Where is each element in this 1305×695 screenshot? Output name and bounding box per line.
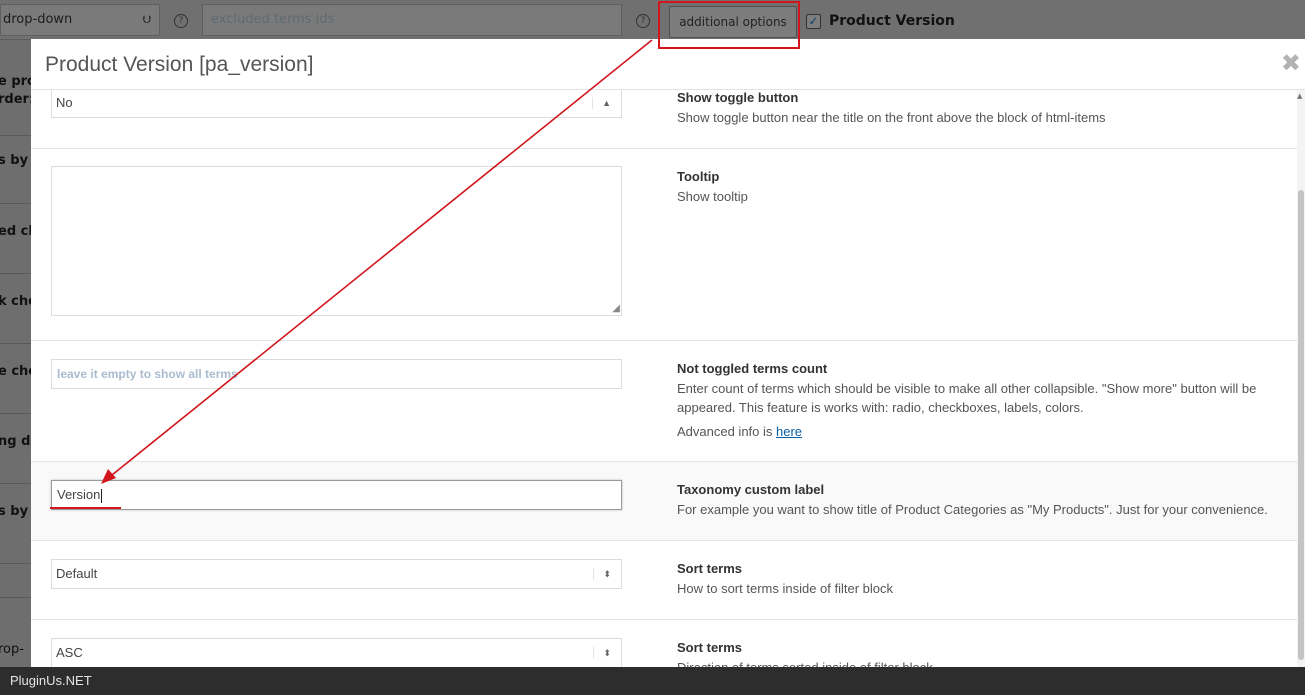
scrollbar-thumb[interactable] bbox=[1298, 190, 1304, 660]
not-toggled-count-input[interactable]: leave it empty to show all terms bbox=[51, 359, 622, 389]
tooltip-textarea[interactable]: ◢ bbox=[51, 166, 622, 316]
product-version-label: Product Version bbox=[829, 13, 955, 29]
excluded-terms-input[interactable]: excluded terms ids bbox=[202, 4, 622, 36]
excluded-terms-placeholder: excluded terms ids bbox=[211, 12, 335, 27]
advanced-info-link[interactable]: here bbox=[776, 424, 802, 439]
show-toggle-select[interactable]: No ▲ bbox=[51, 90, 622, 118]
option-row-not-toggled-count: leave it empty to show all terms Not tog… bbox=[31, 341, 1297, 462]
option-title: Tooltip bbox=[677, 169, 720, 184]
text-caret bbox=[101, 488, 103, 503]
scroll-up-icon[interactable]: ▲ bbox=[1297, 92, 1302, 100]
background-divider bbox=[0, 563, 32, 564]
help-icon[interactable]: ? bbox=[636, 14, 650, 28]
custom-label-value: Version bbox=[57, 487, 101, 502]
option-description: How to sort terms inside of filter block bbox=[677, 581, 894, 596]
select-arrows-icon: ⬍ bbox=[594, 560, 611, 588]
help-icon[interactable]: ? bbox=[174, 14, 188, 28]
product-version-checkbox[interactable]: ✓ bbox=[806, 14, 821, 29]
annotation-highlight-box bbox=[658, 1, 800, 49]
background-divider bbox=[0, 273, 32, 274]
option-title: Sort terms bbox=[677, 640, 743, 655]
custom-label-input[interactable]: Version bbox=[51, 480, 622, 510]
annotation-underline bbox=[50, 507, 121, 509]
modal-body: No ▲ Show toggle button Show toggle butt… bbox=[31, 90, 1305, 667]
option-description: Enter count of terms which should be vis… bbox=[677, 381, 1257, 415]
display-type-value: drop-down bbox=[3, 12, 73, 27]
select-arrows-icon: ▲ bbox=[592, 90, 611, 117]
option-title: Sort terms bbox=[677, 561, 743, 576]
modal-scrollbar[interactable]: ▲ bbox=[1297, 90, 1305, 667]
background-toolbar: drop-down ⮋ ? excluded terms ids ? addit… bbox=[0, 0, 1305, 40]
background-divider bbox=[0, 483, 32, 484]
option-description: Show toggle button near the title on the… bbox=[677, 110, 1106, 125]
select-arrows-icon: ⬍ bbox=[594, 639, 611, 667]
footer-brand: PluginUs.NET bbox=[10, 673, 92, 688]
option-description: Direction of terms sorted inside of filt… bbox=[677, 658, 1277, 667]
modal-title: Product Version [pa_version] bbox=[45, 53, 314, 76]
double-chevron-down-icon: ⮋ bbox=[142, 13, 151, 26]
option-row-tooltip: ◢ Tooltip Show tooltip bbox=[31, 149, 1297, 341]
advanced-info-prefix: Advanced info is bbox=[677, 424, 777, 439]
sort-terms-value: Default bbox=[56, 566, 98, 581]
background-divider bbox=[0, 135, 32, 136]
background-divider bbox=[0, 597, 32, 598]
footer-bar: PluginUs.NET bbox=[0, 667, 1305, 695]
option-title: Show toggle button bbox=[677, 90, 799, 105]
resize-grip-icon[interactable]: ◢ bbox=[612, 304, 620, 314]
not-toggled-count-placeholder: leave it empty to show all terms bbox=[57, 367, 238, 381]
show-toggle-value: No bbox=[56, 95, 73, 110]
options-modal: Product Version [pa_version] ✖ No ▲ Show… bbox=[31, 39, 1305, 667]
sort-direction-select[interactable]: ASC ⬍ bbox=[51, 638, 622, 667]
option-row-custom-label: Version Taxonomy custom label For exampl… bbox=[31, 462, 1297, 541]
background-row-label: rder: bbox=[0, 92, 35, 107]
display-type-select[interactable]: drop-down ⮋ bbox=[0, 4, 160, 36]
option-row-sort-direction: ASC ⬍ Sort terms Direction of terms sort… bbox=[31, 620, 1297, 667]
background-divider bbox=[0, 413, 32, 414]
background-row-label: rop- bbox=[0, 642, 24, 657]
option-title: Taxonomy custom label bbox=[677, 482, 825, 497]
option-row-show-toggle: No ▲ Show toggle button Show toggle butt… bbox=[31, 90, 1297, 149]
sort-terms-select[interactable]: Default ⬍ bbox=[51, 559, 622, 589]
background-divider bbox=[0, 343, 32, 344]
close-icon[interactable]: ✖ bbox=[1281, 51, 1301, 75]
option-title: Not toggled terms count bbox=[677, 361, 828, 376]
option-description: For example you want to show title of Pr… bbox=[677, 502, 1268, 517]
sort-direction-value: ASC bbox=[56, 645, 83, 660]
background-divider bbox=[0, 203, 32, 204]
option-description: Show tooltip bbox=[677, 189, 748, 204]
option-row-sort-terms: Default ⬍ Sort terms How to sort terms i… bbox=[31, 541, 1297, 620]
advanced-info-line: Advanced info is here bbox=[677, 422, 1277, 441]
